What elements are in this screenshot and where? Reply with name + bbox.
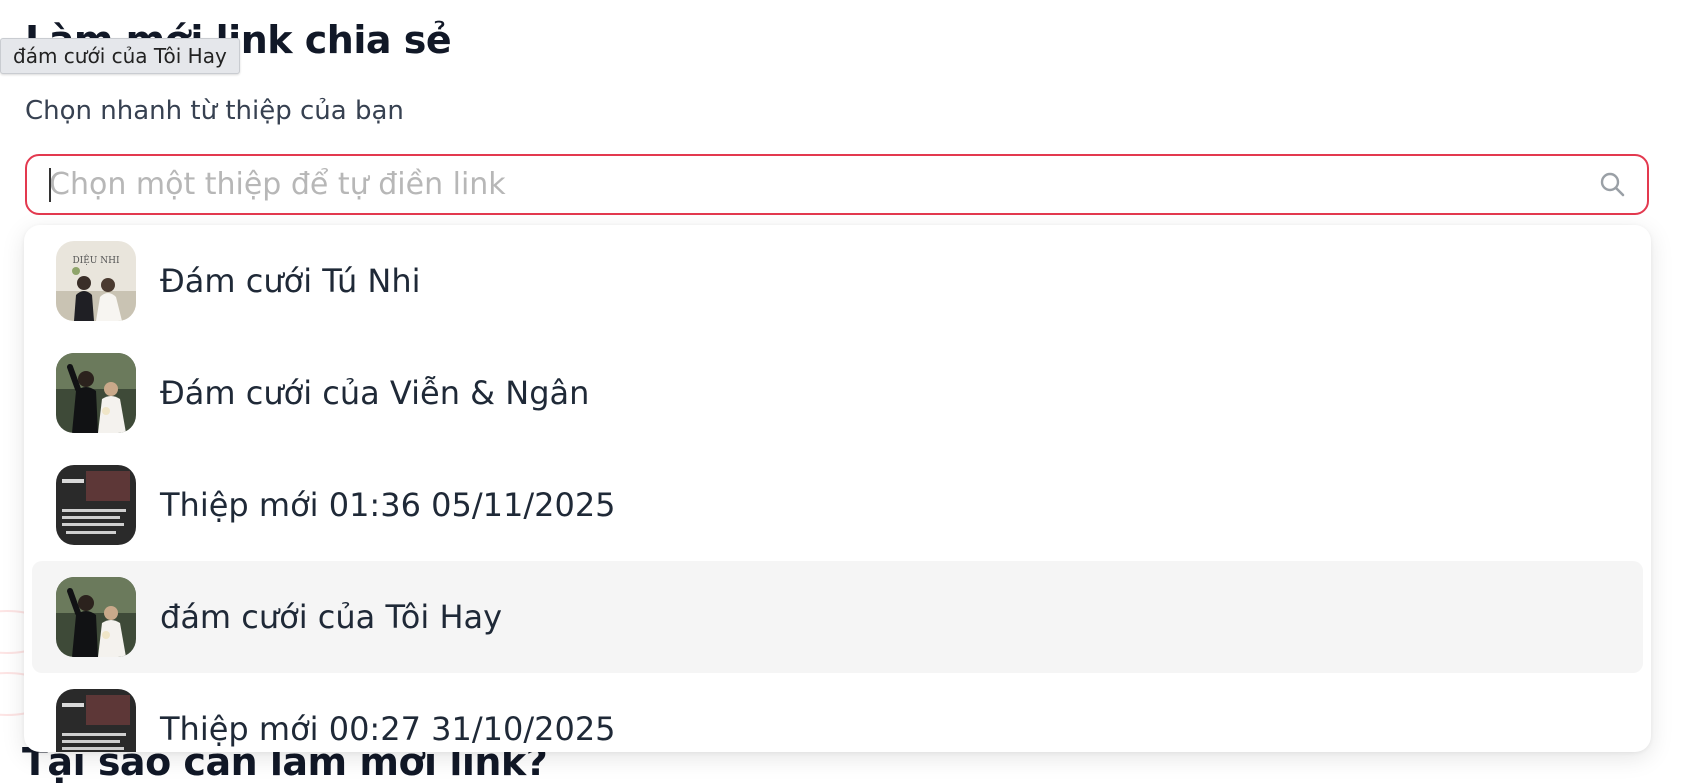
card-picker-label: Chọn nhanh từ thiệp của bạn — [25, 96, 404, 126]
card-thumbnail — [56, 465, 136, 545]
card-option-label: Đám cưới của Viễn & Ngân — [160, 374, 590, 412]
card-thumbnail: DIỆU NHI — [56, 241, 136, 321]
search-icon[interactable] — [1599, 171, 1625, 197]
card-option-label: đám cưới của Tôi Hay — [160, 598, 503, 636]
card-thumbnail — [56, 353, 136, 433]
card-thumbnail — [56, 577, 136, 657]
card-option-label: Thiệp mới 00:27 31/10/2025 — [160, 710, 616, 748]
svg-text:DIỆU NHI: DIỆU NHI — [72, 254, 120, 266]
card-option[interactable]: Đám cưới của Viễn & Ngân — [32, 337, 1643, 449]
card-option[interactable]: DIỆU NHI Đám cưới Tú Nhi — [32, 225, 1643, 337]
text-cursor — [49, 168, 51, 202]
card-option-selected[interactable]: đám cưới của Tôi Hay — [32, 561, 1643, 673]
card-thumbnail — [56, 689, 136, 752]
card-dropdown-list: DIỆU NHI Đám cưới Tú Nhi Đám cưới của Vi… — [24, 225, 1651, 752]
card-search-field[interactable] — [25, 154, 1649, 215]
card-option[interactable]: Thiệp mới 00:27 31/10/2025 — [32, 673, 1643, 752]
card-option-label: Đám cưới Tú Nhi — [160, 262, 421, 300]
card-option[interactable]: Thiệp mới 01:36 05/11/2025 — [32, 449, 1643, 561]
card-search-input[interactable] — [49, 156, 1569, 213]
card-option-label: Thiệp mới 01:36 05/11/2025 — [160, 486, 616, 524]
tooltip: đám cưới của Tôi Hay — [0, 38, 240, 74]
